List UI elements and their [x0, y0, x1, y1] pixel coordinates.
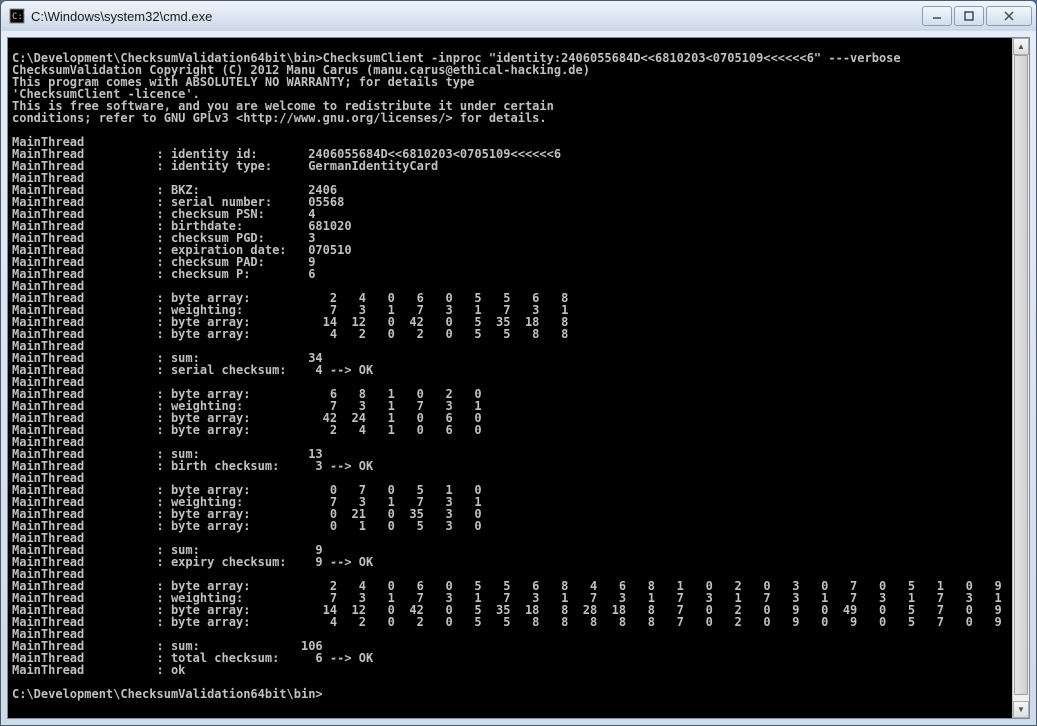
window-controls: [922, 6, 1032, 26]
scroll-down-arrow[interactable]: ▼: [1013, 701, 1029, 718]
maximize-button[interactable]: [954, 6, 984, 26]
window-title: C:\Windows\system32\cmd.exe: [31, 9, 922, 24]
svg-text:C:\: C:\: [12, 12, 25, 22]
console-output[interactable]: C:\Development\ChecksumValidation64bit\b…: [8, 38, 1012, 718]
console-frame: C:\Development\ChecksumValidation64bit\b…: [7, 37, 1030, 719]
scroll-up-arrow[interactable]: ▲: [1013, 38, 1029, 55]
vertical-scrollbar[interactable]: ▲ ▼: [1012, 38, 1029, 718]
minimize-button[interactable]: [922, 6, 952, 26]
client-area: C:\Development\ChecksumValidation64bit\b…: [1, 31, 1036, 725]
cmd-window: C:\ C:\Windows\system32\cmd.exe C:\Devel…: [0, 0, 1037, 726]
cmd-icon: C:\: [9, 8, 25, 24]
titlebar[interactable]: C:\ C:\Windows\system32\cmd.exe: [1, 1, 1036, 31]
scroll-thumb[interactable]: [1014, 55, 1028, 695]
close-button[interactable]: [986, 6, 1032, 26]
